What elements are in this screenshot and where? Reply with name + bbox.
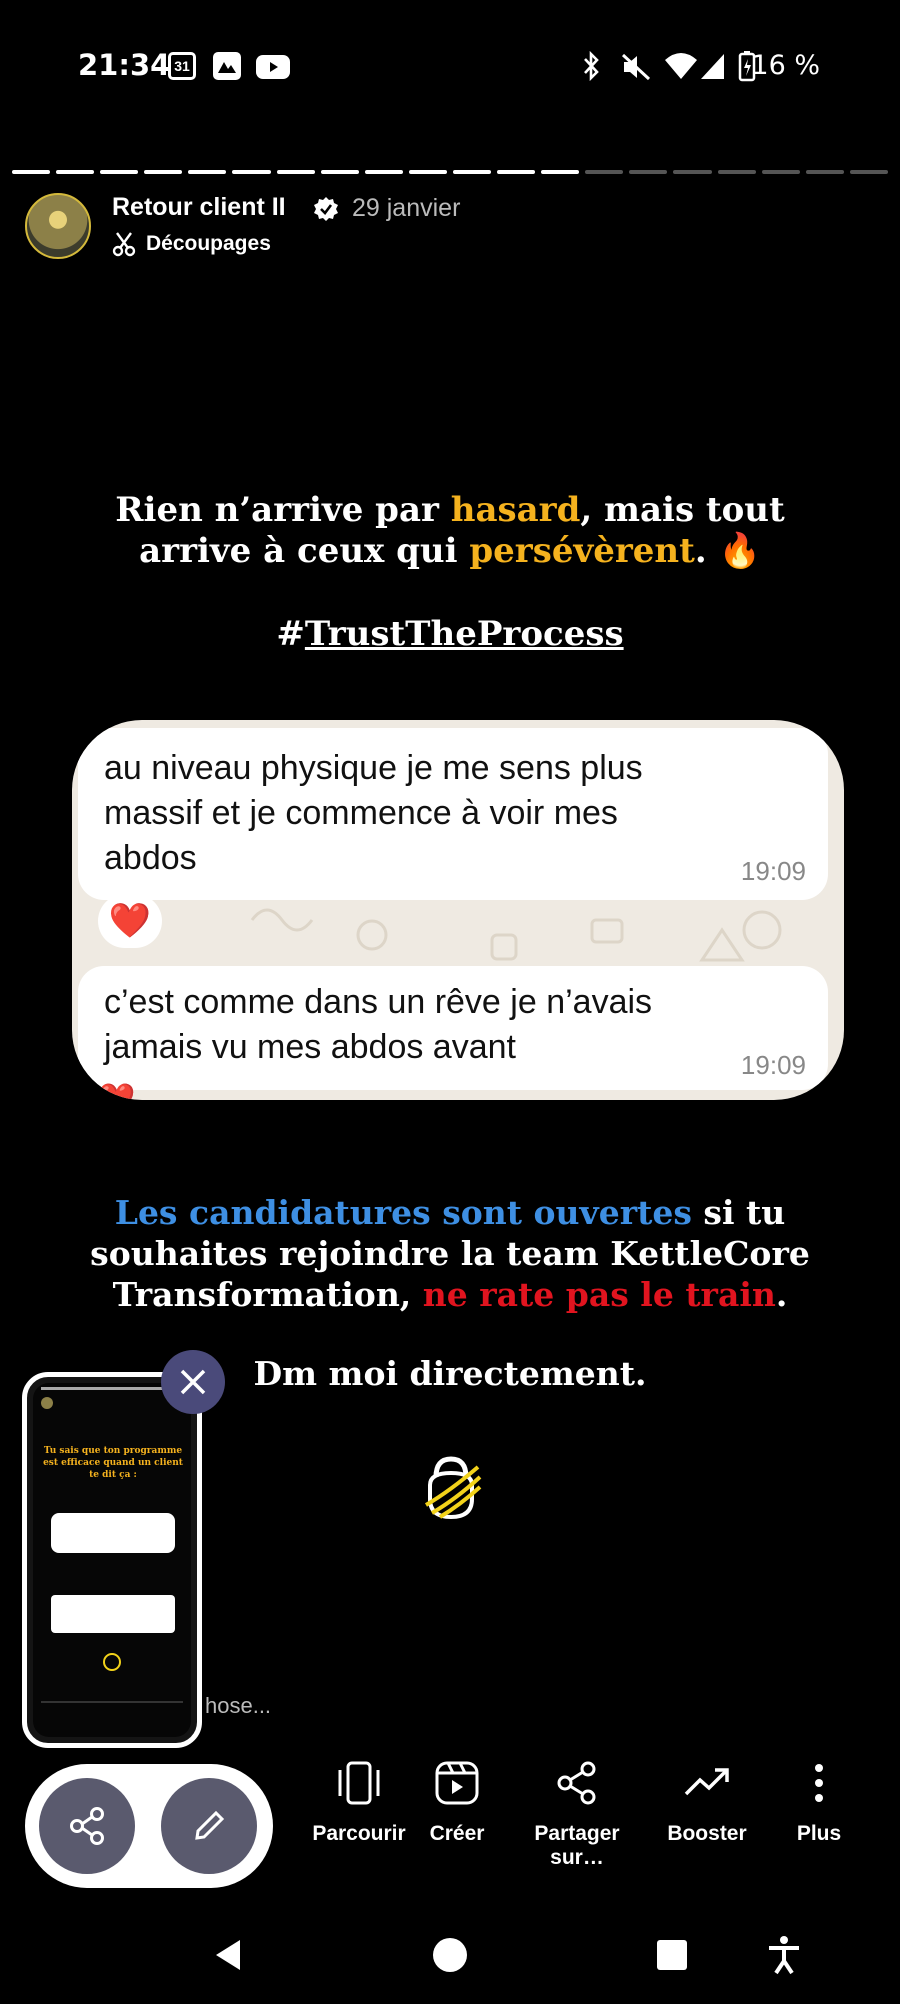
heart-reaction-icon: ❤️ (98, 894, 162, 948)
chat-message: au niveau physique je me sens plus massi… (78, 728, 828, 900)
thumb-bubble (51, 1513, 175, 1553)
back-icon[interactable] (212, 1938, 244, 1972)
recents-icon[interactable] (656, 1939, 688, 1971)
heart-reaction-icon: ❤️ (98, 1083, 136, 1100)
story-sublabel[interactable]: Découpages (112, 231, 271, 257)
hashtag-prefix: # (276, 614, 305, 654)
status-bar: 21:34 31 16 % (0, 0, 900, 130)
progress-segment (276, 170, 315, 174)
message-text: c’est comme dans un rêve je n’avais jama… (104, 983, 653, 1066)
signal-icon (701, 54, 724, 79)
screenshot-actions (25, 1764, 273, 1888)
wifi-icon (665, 53, 697, 79)
progress-segment (320, 170, 359, 174)
cta-highlight: Les candidatures sont ouvertes (114, 1193, 692, 1232)
progress-segment (144, 170, 183, 174)
close-preview-button[interactable] (161, 1350, 225, 1414)
sublabel-text: Découpages (146, 232, 271, 255)
hashtag-text: TrustTheProcess (304, 614, 624, 654)
progress-segment (849, 170, 888, 174)
thumb-progress (41, 1387, 181, 1390)
carousel-icon (338, 1761, 380, 1805)
progress-segment (232, 170, 271, 174)
cta-part: . (775, 1275, 788, 1314)
edit-screenshot-button[interactable] (161, 1778, 257, 1874)
action-partager[interactable]: Partager sur… (522, 1758, 632, 1870)
message-time: 19:09 (740, 1050, 806, 1080)
story-hashtag: #TrustTheProcess (80, 614, 820, 654)
thumb-avatar (41, 1397, 53, 1409)
message-time: 19:09 (740, 856, 806, 886)
action-booster[interactable]: Booster (652, 1758, 762, 1846)
progress-segment (673, 170, 712, 174)
progress-segment (100, 170, 139, 174)
story-date: 29 janvier (352, 194, 461, 222)
status-time: 21:34 (78, 48, 171, 82)
thumb-actionbar (41, 1701, 183, 1703)
kettlebell-logo-icon (424, 1456, 482, 1520)
scissors-icon (112, 232, 136, 257)
headline-part: . 🔥 (694, 531, 761, 571)
chat-message: c’est comme dans un rêve je n’avais jama… (78, 966, 828, 1090)
home-icon[interactable] (432, 1937, 468, 1973)
reels-create-icon (435, 1761, 479, 1805)
verified-badge-icon (314, 197, 338, 221)
thumb-title: Tu sais que ton programme est efficace q… (43, 1446, 183, 1480)
action-plus[interactable]: Plus (764, 1758, 874, 1846)
accessibility-icon[interactable] (766, 1935, 802, 1975)
message-text: au niveau physique je me sens plus massi… (104, 749, 643, 877)
thumb-logo (103, 1653, 121, 1671)
mute-icon (621, 53, 651, 81)
progress-segment (452, 170, 492, 174)
progress-segment (408, 170, 447, 174)
action-label: Créer (429, 1822, 485, 1845)
trend-up-icon (684, 1768, 729, 1796)
action-label: Plus (796, 1822, 842, 1845)
progress-segment (717, 170, 756, 174)
progress-segment (629, 170, 668, 174)
story-author[interactable]: Retour client II (112, 193, 286, 222)
screenshot-thumbnail: Tu sais que ton programme est efficace q… (33, 1383, 191, 1737)
story-progress-bar (12, 170, 888, 174)
share-screenshot-button[interactable] (39, 1778, 135, 1874)
share-icon (557, 1761, 596, 1805)
progress-segment (12, 170, 51, 174)
story-cta: Les candidatures sont ouvertes si tu sou… (80, 1192, 820, 1315)
youtube-icon (256, 55, 290, 79)
progress-segment (585, 170, 624, 174)
progress-segment (188, 170, 227, 174)
progress-segment (497, 170, 536, 174)
action-label: Booster (667, 1822, 747, 1845)
share-icon (70, 1807, 104, 1845)
story-headline: Rien n’arrive par hasard, mais tout arri… (80, 490, 820, 572)
close-icon (180, 1369, 206, 1395)
calendar-icon: 31 (168, 52, 196, 80)
thumb-bubble (51, 1595, 175, 1633)
progress-segment (761, 170, 800, 174)
action-parcourir[interactable]: Parcourir (304, 1758, 414, 1846)
headline-highlight: hasard (450, 490, 581, 530)
progress-segment (805, 170, 844, 174)
more-vertical-icon (815, 1764, 823, 1802)
headline-highlight: persévèrent (469, 531, 695, 571)
bluetooth-icon (584, 50, 599, 82)
cta-highlight: ne rate pas le train (422, 1275, 776, 1314)
system-nav-bar (0, 1905, 900, 2004)
avatar[interactable] (25, 193, 91, 259)
progress-segment (364, 170, 403, 174)
comment-input-hint[interactable]: hose... (205, 1693, 271, 1719)
pencil-icon (195, 1810, 225, 1840)
photos-icon (213, 52, 241, 80)
progress-segment (541, 170, 580, 174)
battery-percent: 16 % (751, 50, 820, 81)
action-label: Partager sur… (534, 1822, 620, 1869)
action-label: Parcourir (312, 1822, 406, 1845)
chat-screenshot: au niveau physique je me sens plus massi… (72, 720, 844, 1100)
action-creer[interactable]: Créer (402, 1758, 512, 1846)
screenshot-preview[interactable]: Tu sais que ton programme est efficace q… (22, 1372, 202, 1748)
progress-segment (56, 170, 95, 174)
headline-part: Rien n’arrive par (115, 490, 451, 530)
